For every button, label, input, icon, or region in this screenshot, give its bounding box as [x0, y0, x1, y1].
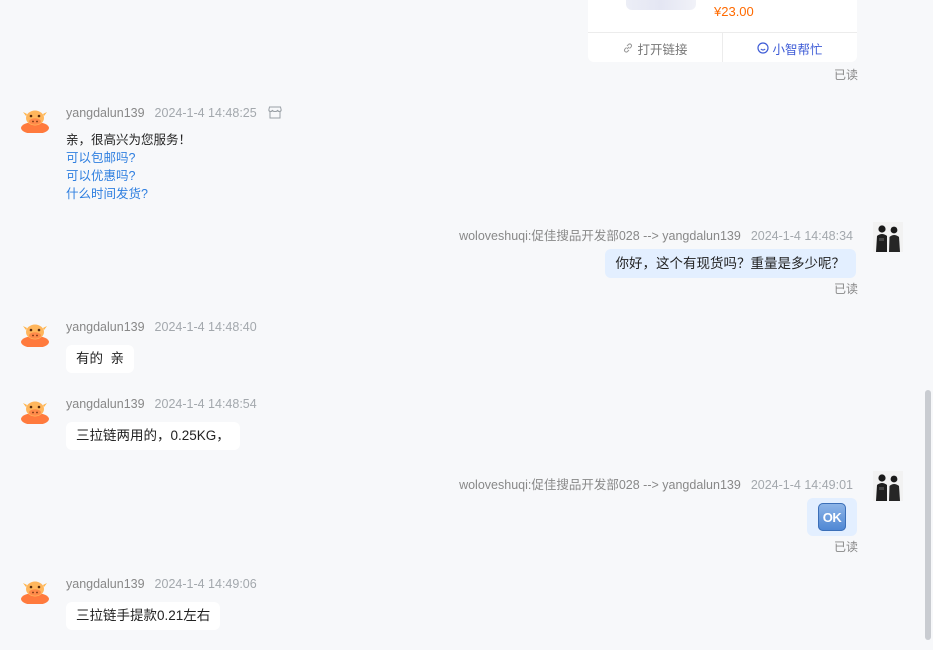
- message-bubble: 三拉链两用的，0.25KG，: [66, 422, 240, 450]
- message-bubble: OK: [807, 498, 857, 536]
- store-icon[interactable]: [268, 106, 282, 119]
- sender-name: yangdalun139: [66, 320, 145, 334]
- sender-name: woloveshuqi:促佳搜品开发部028 --> yangdalun139: [459, 478, 741, 492]
- product-card-actions: 打开链接 小智帮忙: [588, 32, 857, 62]
- open-link-label: 打开链接: [637, 42, 688, 57]
- message-meta: woloveshuqi:促佳搜品开发部028 --> yangdalun139 2…: [459, 225, 853, 244]
- product-thumbnail: [626, 0, 696, 10]
- read-status: 已读: [834, 282, 859, 296]
- cow-avatar-icon[interactable]: [20, 574, 50, 604]
- scrollbar-thumb[interactable]: [925, 390, 931, 640]
- smile-icon: [757, 42, 770, 54]
- message-time: 2024-1-4 14:48:54: [154, 397, 257, 411]
- product-price: ¥23.00: [714, 4, 754, 19]
- message-meta: yangdalun139 2024-1-4 14:49:06: [66, 577, 257, 591]
- message-time: 2024-1-4 14:49:01: [750, 478, 853, 492]
- cow-avatar-icon[interactable]: [20, 317, 50, 347]
- user-photo-avatar[interactable]: [873, 471, 903, 501]
- message-time: 2024-1-4 14:48:34: [750, 229, 853, 243]
- message-bubble: 有的 亲: [66, 345, 135, 373]
- ok-emoji-text: OK: [822, 509, 842, 525]
- message-meta: yangdalun139 2024-1-4 14:48:40: [66, 320, 257, 334]
- sender-name: woloveshuqi:促佳搜品开发部028 --> yangdalun139: [459, 229, 741, 243]
- message-meta: yangdalun139 2024-1-4 14:48:54: [66, 397, 257, 411]
- message-time: 2024-1-4 14:49:06: [154, 577, 257, 591]
- sender-name: yangdalun139: [66, 106, 145, 120]
- message-bubble: 三拉链手提款0.21左右: [66, 602, 221, 630]
- sender-name: yangdalun139: [66, 397, 145, 411]
- link-icon: [624, 43, 633, 53]
- helper-label: 小智帮忙: [772, 42, 823, 57]
- message-bubble: 你好，这个有现货吗？重量是多少呢？: [604, 249, 856, 278]
- cow-avatar-icon[interactable]: [20, 394, 50, 424]
- message-meta: yangdalun139 2024-1-4 14:48:25: [66, 106, 282, 120]
- sender-name: yangdalun139: [66, 577, 145, 591]
- user-photo-avatar[interactable]: [873, 222, 903, 252]
- helper-button[interactable]: 小智帮忙: [722, 33, 857, 62]
- message-meta: woloveshuqi:促佳搜品开发部028 --> yangdalun139 2…: [459, 474, 853, 493]
- quick-reply-link[interactable]: 可以优惠吗?: [66, 167, 135, 185]
- cow-avatar-icon[interactable]: [20, 103, 50, 133]
- read-status: 已读: [834, 540, 859, 554]
- message-time: 2024-1-4 14:48:25: [154, 106, 257, 120]
- read-status: 已读: [834, 68, 859, 82]
- quick-reply-link[interactable]: 什么时间发货?: [66, 185, 148, 203]
- ok-emoji-icon: OK: [818, 503, 846, 531]
- product-card[interactable]: ¥23.00 打开链接 小智帮忙: [588, 0, 857, 62]
- message-time: 2024-1-4 14:48:40: [154, 320, 257, 334]
- message-text: 亲，很高兴为您服务！: [66, 133, 192, 147]
- open-link-button[interactable]: 打开链接: [588, 33, 722, 62]
- quick-reply-link[interactable]: 可以包邮吗?: [66, 149, 135, 167]
